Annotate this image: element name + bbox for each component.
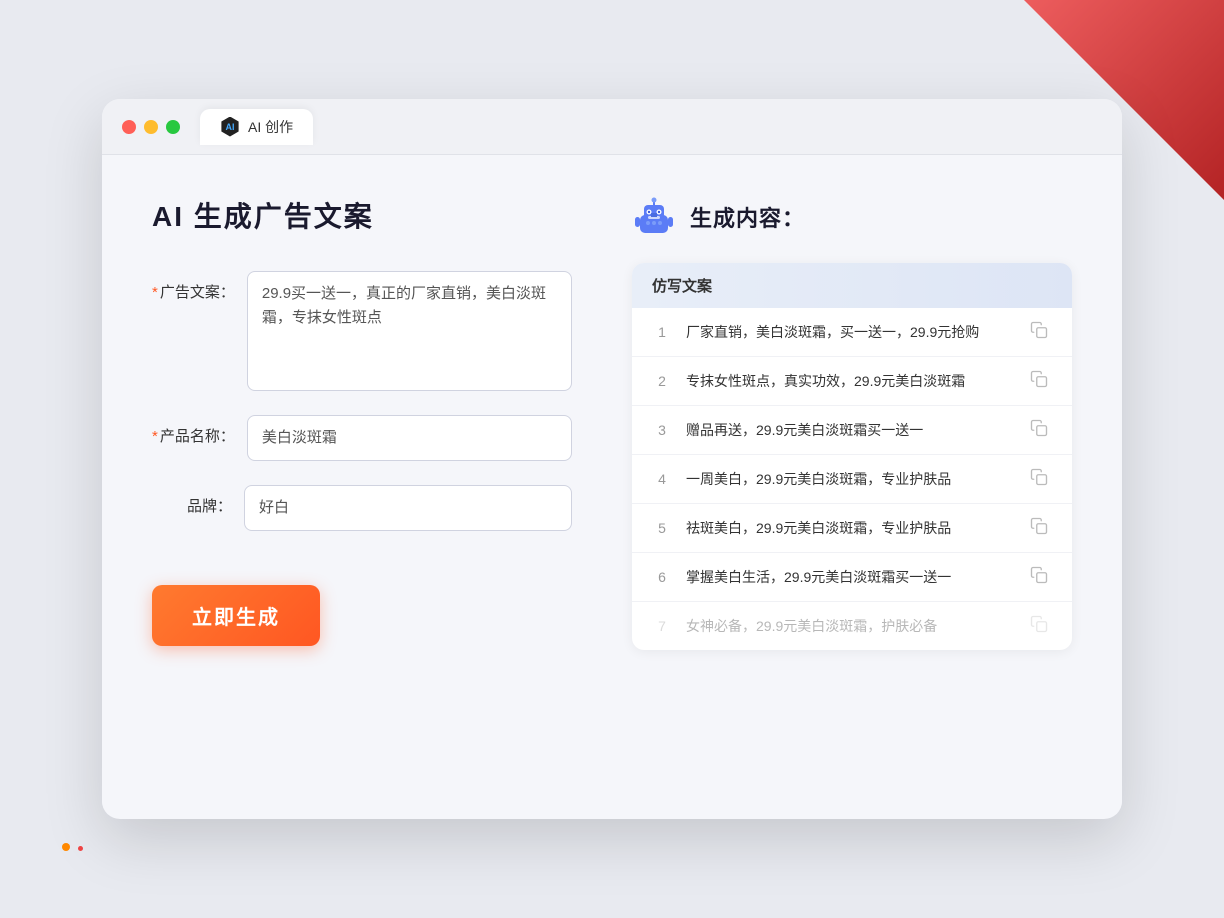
row-number: 4: [652, 471, 672, 487]
brand-input[interactable]: [244, 485, 572, 531]
row-number: 3: [652, 422, 672, 438]
ai-tab[interactable]: AI AI 创作: [200, 109, 313, 145]
table-row: 7 女神必备，29.9元美白淡斑霜，护肤必备: [632, 602, 1072, 650]
robot-icon: [632, 195, 676, 239]
minimize-button[interactable]: [144, 120, 158, 134]
table-row: 5 祛斑美白，29.9元美白淡斑霜，专业护肤品: [632, 504, 1072, 553]
row-number: 5: [652, 520, 672, 536]
ad-copy-group: *广告文案：: [152, 271, 572, 391]
required-star: *: [152, 284, 158, 301]
window-controls: [122, 120, 180, 134]
table-row: 1 厂家直销，美白淡斑霜，买一送一，29.9元抢购: [632, 308, 1072, 357]
product-name-group: *产品名称：: [152, 415, 572, 461]
row-text: 赠品再送，29.9元美白淡斑霜买一送一: [686, 420, 1016, 441]
copy-button[interactable]: [1030, 321, 1052, 343]
right-panel: 生成内容： 仿写文案 1 厂家直销，美白淡斑霜，买一送一，29.9元抢购 2 专抹女…: [632, 195, 1072, 775]
required-star-2: *: [152, 428, 158, 445]
row-number: 2: [652, 373, 672, 389]
results-table: 仿写文案 1 厂家直销，美白淡斑霜，买一送一，29.9元抢购 2 专抹女性斑点，真实…: [632, 263, 1072, 650]
results-body: 1 厂家直销，美白淡斑霜，买一送一，29.9元抢购 2 专抹女性斑点，真实功效，29…: [632, 308, 1072, 650]
title-bar: AI AI 创作: [102, 99, 1122, 155]
table-row: 2 专抹女性斑点，真实功效，29.9元美白淡斑霜: [632, 357, 1072, 406]
table-header: 仿写文案: [632, 263, 1072, 308]
copy-button[interactable]: [1030, 615, 1052, 637]
row-number: 1: [652, 324, 672, 340]
generate-button[interactable]: 立即生成: [152, 585, 320, 646]
browser-window: AI AI 创作 AI 生成广告文案 *广告文案： *产品名称：: [102, 99, 1122, 819]
row-text: 掌握美白生活，29.9元美白淡斑霜买一送一: [686, 567, 1016, 588]
tab-label: AI 创作: [248, 117, 293, 137]
copy-button[interactable]: [1030, 517, 1052, 539]
maximize-button[interactable]: [166, 120, 180, 134]
ad-copy-input[interactable]: [247, 271, 572, 391]
left-panel: AI 生成广告文案 *广告文案： *产品名称： 品牌： 立: [152, 195, 572, 775]
ad-copy-label: *广告文案：: [152, 271, 235, 302]
brand-label: 品牌：: [152, 485, 232, 516]
decorative-dots: [60, 840, 85, 858]
table-row: 3 赠品再送，29.9元美白淡斑霜买一送一: [632, 406, 1072, 455]
copy-button[interactable]: [1030, 419, 1052, 441]
row-number: 7: [652, 618, 672, 634]
row-text: 专抹女性斑点，真实功效，29.9元美白淡斑霜: [686, 371, 1016, 392]
row-text: 女神必备，29.9元美白淡斑霜，护肤必备: [686, 616, 1016, 637]
copy-button[interactable]: [1030, 370, 1052, 392]
close-button[interactable]: [122, 120, 136, 134]
row-text: 祛斑美白，29.9元美白淡斑霜，专业护肤品: [686, 518, 1016, 539]
product-name-input[interactable]: [247, 415, 572, 461]
table-row: 6 掌握美白生活，29.9元美白淡斑霜买一送一: [632, 553, 1072, 602]
result-title: 生成内容：: [690, 201, 805, 233]
copy-button[interactable]: [1030, 468, 1052, 490]
main-content: AI 生成广告文案 *广告文案： *产品名称： 品牌： 立: [102, 155, 1122, 815]
page-title: AI 生成广告文案: [152, 195, 572, 235]
product-name-label: *产品名称：: [152, 415, 235, 446]
result-header: 生成内容：: [632, 195, 1072, 239]
table-row: 4 一周美白，29.9元美白淡斑霜，专业护肤品: [632, 455, 1072, 504]
brand-group: 品牌：: [152, 485, 572, 531]
row-text: 厂家直销，美白淡斑霜，买一送一，29.9元抢购: [686, 322, 1016, 343]
ai-tab-icon: AI: [220, 117, 240, 137]
row-text: 一周美白，29.9元美白淡斑霜，专业护肤品: [686, 469, 1016, 490]
row-number: 6: [652, 569, 672, 585]
copy-button[interactable]: [1030, 566, 1052, 588]
